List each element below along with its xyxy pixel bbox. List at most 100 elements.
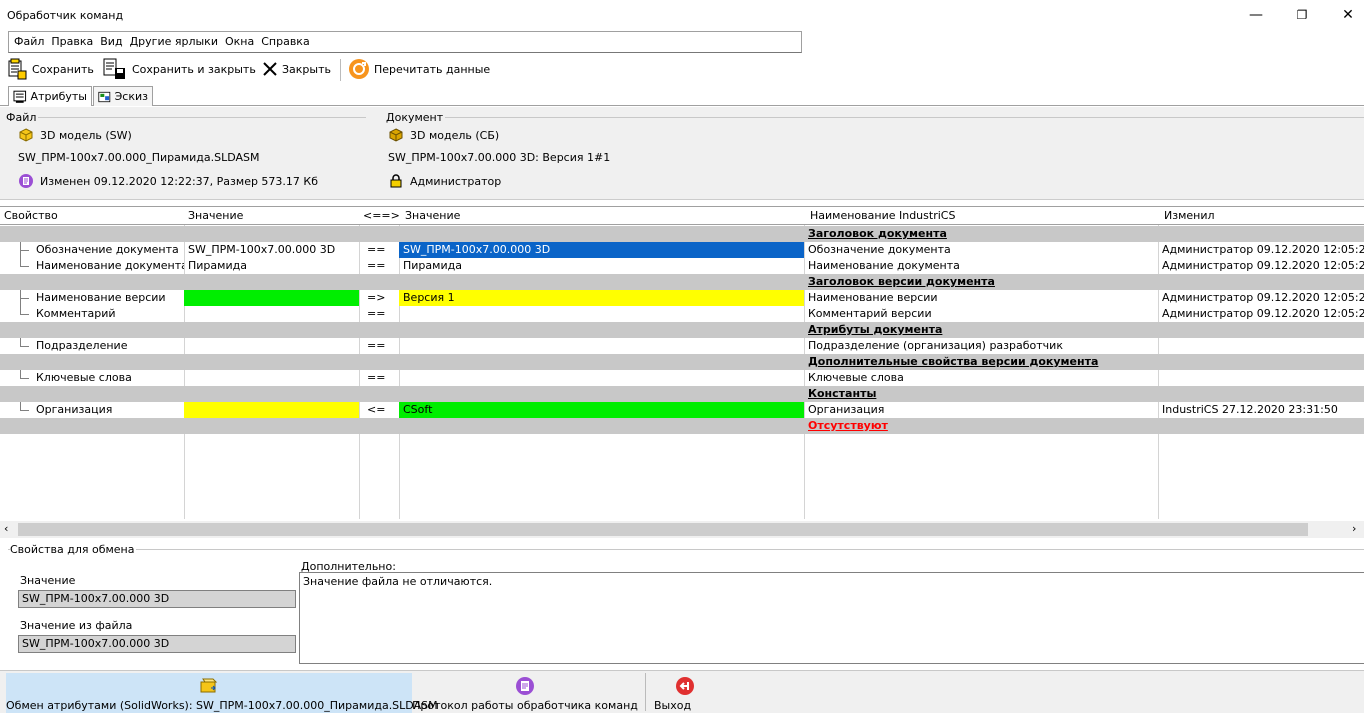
table-row[interactable]: Обозначение документа SW_ПРМ-100x7.00.000… <box>0 242 1364 258</box>
exchange-attributes-button[interactable]: Обмен атрибутами (SolidWorks): SW_ПРМ-10… <box>6 673 438 713</box>
cell-v2[interactable]: Пирамида <box>399 258 804 274</box>
scroll-right-icon[interactable]: › <box>1352 522 1356 535</box>
section-row[interactable]: Атрибуты документа <box>0 322 1364 338</box>
exit-button[interactable]: Выход <box>654 673 716 713</box>
section-cell <box>0 274 184 290</box>
section-cell <box>399 322 804 338</box>
section-cell <box>359 274 399 290</box>
cell-v2[interactable]: Версия 1 <box>399 290 804 306</box>
horizontal-scrollbar[interactable]: ‹ › <box>0 521 1364 538</box>
section-row[interactable]: Заголовок версии документа <box>0 274 1364 290</box>
section-row[interactable]: Константы <box>0 386 1364 402</box>
col-industrics-name[interactable]: Наименование IndustriCS <box>810 209 955 222</box>
cell-op[interactable]: == <box>359 370 399 386</box>
cell-op[interactable]: == <box>359 338 399 354</box>
cell-op[interactable]: <= <box>359 402 399 418</box>
table-row[interactable]: Наименование версии => Версия 1 Наименовани… <box>0 290 1364 306</box>
cell-by[interactable]: Администратор 09.12.2020 12:05:29 <box>1158 290 1364 306</box>
cell-v1[interactable] <box>184 402 359 418</box>
cell-v2[interactable] <box>399 338 804 354</box>
restore-button[interactable]: ❐ <box>1292 6 1312 24</box>
menu-help[interactable]: Справка <box>261 32 309 51</box>
table-row[interactable]: Организация <= CSoft Организация IndustriCS … <box>0 402 1364 418</box>
cell-v1[interactable]: SW_ПРМ-100x7.00.000 3D <box>184 242 359 258</box>
file-status: Изменен 09.12.2020 12:22:37, Размер 573.… <box>40 174 319 188</box>
section-title: Заголовок документа <box>808 227 947 240</box>
section-cell <box>0 322 184 338</box>
protocol-button[interactable]: Протокол работы обработчика команд <box>412 673 638 713</box>
cell-op[interactable]: == <box>359 306 399 322</box>
cell-ics[interactable]: Наименование документа <box>804 258 1158 274</box>
section-cell <box>0 354 184 370</box>
title-bar: Обработчик команд — ❐ ✕ <box>0 0 1364 30</box>
section-cell <box>1158 226 1364 242</box>
close-x-icon <box>263 62 277 76</box>
section-cell <box>184 386 359 402</box>
reread-data-button[interactable]: Перечитать данные <box>348 55 490 83</box>
cell-v2[interactable] <box>399 370 804 386</box>
col-value-document[interactable]: Значение <box>405 209 460 222</box>
close-button[interactable]: Закрыть <box>262 55 331 83</box>
save-button[interactable]: Сохранить <box>6 55 94 83</box>
cell-op[interactable]: => <box>359 290 399 306</box>
cell-ics[interactable]: Организация <box>804 402 1158 418</box>
tree-connector <box>20 338 29 347</box>
table-row[interactable]: Комментарий == Комментарий версии Администр… <box>0 306 1364 322</box>
command-processor-window: Обработчик команд — ❐ ✕ Файл Правка Вид Дру… <box>0 0 1364 713</box>
tab-sketch[interactable]: Эскиз <box>93 86 153 106</box>
section-cell <box>0 226 184 242</box>
cell-ics[interactable]: Наименование версии <box>804 290 1158 306</box>
tab-attributes[interactable]: Атрибуты <box>8 86 92 106</box>
cell-ics[interactable]: Обозначение документа <box>804 242 1158 258</box>
cell-op[interactable]: == <box>359 242 399 258</box>
cell-v2[interactable] <box>399 306 804 322</box>
cell-v1[interactable] <box>184 338 359 354</box>
section-cell <box>1158 418 1364 434</box>
document-group-label: Документ <box>384 111 446 124</box>
save-and-close-button[interactable]: Сохранить и закрыть <box>102 55 256 83</box>
menu-file[interactable]: Файл <box>14 32 44 51</box>
section-title: Константы <box>808 387 877 400</box>
col-direction[interactable]: <==> <box>363 209 400 222</box>
section-row[interactable]: Заголовок документа <box>0 226 1364 242</box>
section-cell <box>399 354 804 370</box>
menu-edit[interactable]: Правка <box>51 32 93 51</box>
table-row[interactable]: Ключевые слова == Ключевые слова <box>0 370 1364 386</box>
cell-by[interactable] <box>1158 370 1364 386</box>
col-changed-by[interactable]: Изменил <box>1164 209 1215 222</box>
cell-by[interactable]: Администратор 09.12.2020 12:05:29 <box>1158 242 1364 258</box>
cell-ics[interactable]: Комментарий версии <box>804 306 1158 322</box>
cell-by[interactable]: IndustriCS 27.12.2020 23:31:50 <box>1158 402 1364 418</box>
scroll-thumb[interactable] <box>18 523 1308 536</box>
cell-v1[interactable] <box>184 370 359 386</box>
section-row[interactable]: Отсутствуют <box>0 418 1364 434</box>
menu-view[interactable]: Вид <box>100 32 122 51</box>
scroll-left-icon[interactable]: ‹ <box>4 522 8 535</box>
cell-v1[interactable] <box>184 290 359 306</box>
exchange-properties-group: Свойства для обмена Значение SW_ПРМ-100x… <box>8 543 1364 665</box>
section-row[interactable]: Дополнительные свойства версии документа <box>0 354 1364 370</box>
close-window-button[interactable]: ✕ <box>1338 6 1358 24</box>
minimize-button[interactable]: — <box>1246 6 1266 24</box>
table-row[interactable]: Наименование документа Пирамида == Пирамида… <box>0 258 1364 274</box>
col-value-model[interactable]: Значение <box>188 209 243 222</box>
cell-v1[interactable]: Пирамида <box>184 258 359 274</box>
file-group-line <box>6 117 366 118</box>
cell-by[interactable] <box>1158 338 1364 354</box>
extra-textarea[interactable]: Значение файла не отличаются. <box>299 572 1364 664</box>
table-row[interactable]: Подразделение == Подразделение (организаци… <box>0 338 1364 354</box>
menu-windows[interactable]: Окна <box>225 32 254 51</box>
cell-v1[interactable] <box>184 306 359 322</box>
cell-by[interactable]: Администратор 09.12.2020 12:05:29 <box>1158 258 1364 274</box>
document-user-row: Администратор <box>388 173 501 189</box>
file-status-icon <box>19 174 33 188</box>
cell-ics[interactable]: Ключевые слова <box>804 370 1158 386</box>
cell-ics[interactable]: Подразделение (организация) разработчик <box>804 338 1158 354</box>
cell-by[interactable]: Администратор 09.12.2020 12:05:29 <box>1158 306 1364 322</box>
cell-op[interactable]: == <box>359 258 399 274</box>
col-property[interactable]: Свойство <box>4 209 58 222</box>
cell-v2[interactable]: CSoft <box>399 402 804 418</box>
section-cell <box>399 226 804 242</box>
menu-other-shortcuts[interactable]: Другие ярлыки <box>130 32 218 51</box>
cell-v2[interactable]: SW_ПРМ-100x7.00.000 3D <box>399 242 804 258</box>
